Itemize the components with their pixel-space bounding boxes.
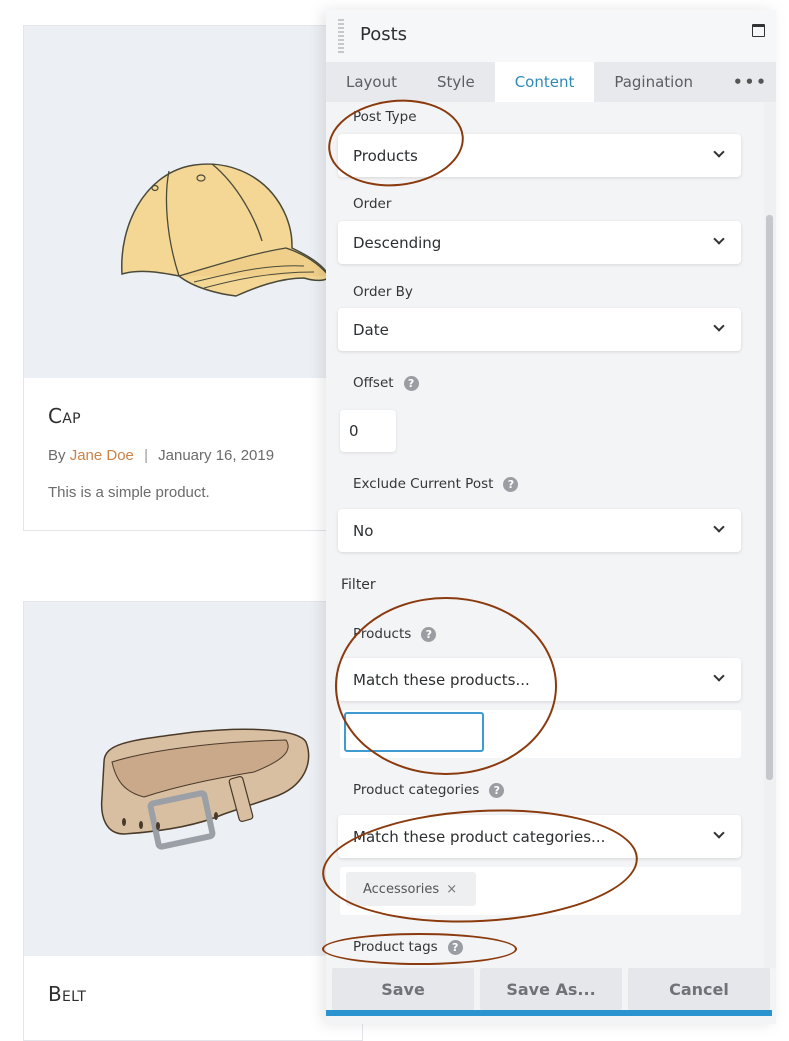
chevron-down-icon	[713, 233, 725, 245]
cap-illustration	[121, 163, 330, 297]
products-match-value: Match these products...	[353, 670, 530, 689]
post-date: January 16, 2019	[158, 447, 275, 464]
tab-pagination[interactable]: Pagination	[594, 62, 713, 102]
post-meta: By Jane Doe | January 16, 2019	[48, 447, 274, 464]
meta-separator: |	[144, 447, 148, 464]
product-image-belt[interactable]	[24, 602, 362, 956]
save-as-button[interactable]: Save As...	[480, 968, 622, 1010]
chevron-down-icon	[713, 320, 725, 332]
accent-bar	[326, 1010, 772, 1016]
offset-label: Offset ?	[353, 375, 419, 391]
panel-header[interactable]: Posts	[326, 10, 776, 62]
order-by-label: Order By	[353, 284, 413, 300]
save-button[interactable]: Save	[332, 968, 474, 1010]
post-type-label: Post Type	[353, 109, 417, 125]
more-tabs-icon[interactable]: •••	[713, 62, 776, 102]
cancel-button[interactable]: Cancel	[628, 968, 770, 1010]
chevron-down-icon	[713, 827, 725, 839]
products-label-text: Products	[353, 626, 412, 642]
exclude-current-post-label-text: Exclude Current Post	[353, 476, 494, 492]
product-card-belt: Belt	[23, 601, 363, 1041]
product-title[interactable]: Cap	[48, 404, 81, 428]
product-categories-match-select[interactable]: Match these product categories...	[338, 815, 741, 858]
author-prefix: By	[48, 447, 66, 464]
post-type-select[interactable]: Products	[338, 134, 741, 177]
products-match-select[interactable]: Match these products...	[338, 658, 741, 701]
product-card-cap: Cap By Jane Doe | January 16, 2019 This …	[23, 25, 363, 531]
post-type-value: Products	[353, 146, 418, 165]
exclude-current-post-value: No	[353, 521, 374, 540]
tab-style[interactable]: Style	[417, 62, 495, 102]
panel-tabs: Layout Style Content Pagination •••	[326, 62, 776, 102]
tab-layout[interactable]: Layout	[326, 62, 417, 102]
scrollbar-thumb[interactable]	[766, 215, 773, 780]
help-icon[interactable]: ?	[403, 375, 419, 391]
maximize-icon[interactable]	[752, 24, 765, 37]
belt-illustration	[100, 728, 310, 850]
help-icon[interactable]: ?	[421, 626, 437, 642]
order-select[interactable]: Descending	[338, 221, 741, 264]
product-tags-label: Product tags ?	[353, 939, 463, 955]
chevron-down-icon	[713, 521, 725, 533]
filter-heading: Filter	[341, 577, 376, 593]
exclude-current-post-label: Exclude Current Post ?	[353, 476, 519, 492]
order-label: Order	[353, 196, 391, 212]
product-title[interactable]: Belt	[48, 982, 86, 1006]
help-icon[interactable]: ?	[489, 782, 505, 798]
post-type-label-text: Post Type	[353, 109, 417, 125]
offset-label-text: Offset	[353, 375, 394, 391]
product-categories-label-text: Product categories	[353, 782, 480, 798]
panel-footer: Save Save As... Cancel	[326, 968, 776, 1010]
remove-chip-icon[interactable]: ×	[446, 882, 457, 897]
chevron-down-icon	[713, 670, 725, 682]
chevron-down-icon	[713, 146, 725, 158]
product-tags-label-text: Product tags	[353, 939, 438, 955]
product-categories-match-value: Match these product categories...	[353, 827, 606, 846]
order-by-label-text: Order By	[353, 284, 413, 300]
products-label: Products ?	[353, 626, 437, 642]
help-icon[interactable]: ?	[447, 939, 463, 955]
product-excerpt: This is a simple product.	[48, 484, 210, 501]
order-label-text: Order	[353, 196, 392, 212]
products-search-input[interactable]	[344, 712, 484, 752]
drag-handle-icon[interactable]	[338, 19, 344, 55]
panel-title: Posts	[360, 24, 408, 45]
posts-settings-panel: Posts Layout Style Content Pagination ••…	[326, 10, 776, 1024]
order-by-select[interactable]: Date	[338, 308, 741, 351]
product-categories-label: Product categories ?	[353, 782, 505, 798]
product-image-cap[interactable]	[24, 26, 362, 378]
help-icon[interactable]: ?	[503, 476, 519, 492]
exclude-current-post-select[interactable]: No	[338, 509, 741, 552]
tab-content[interactable]: Content	[494, 62, 595, 102]
order-value: Descending	[353, 233, 442, 252]
chip-label: Accessories	[363, 881, 440, 897]
category-chip-accessories: Accessories ×	[346, 872, 476, 906]
author-link[interactable]: Jane Doe	[70, 447, 134, 464]
offset-input[interactable]: 0	[340, 410, 396, 452]
order-by-value: Date	[353, 320, 389, 339]
